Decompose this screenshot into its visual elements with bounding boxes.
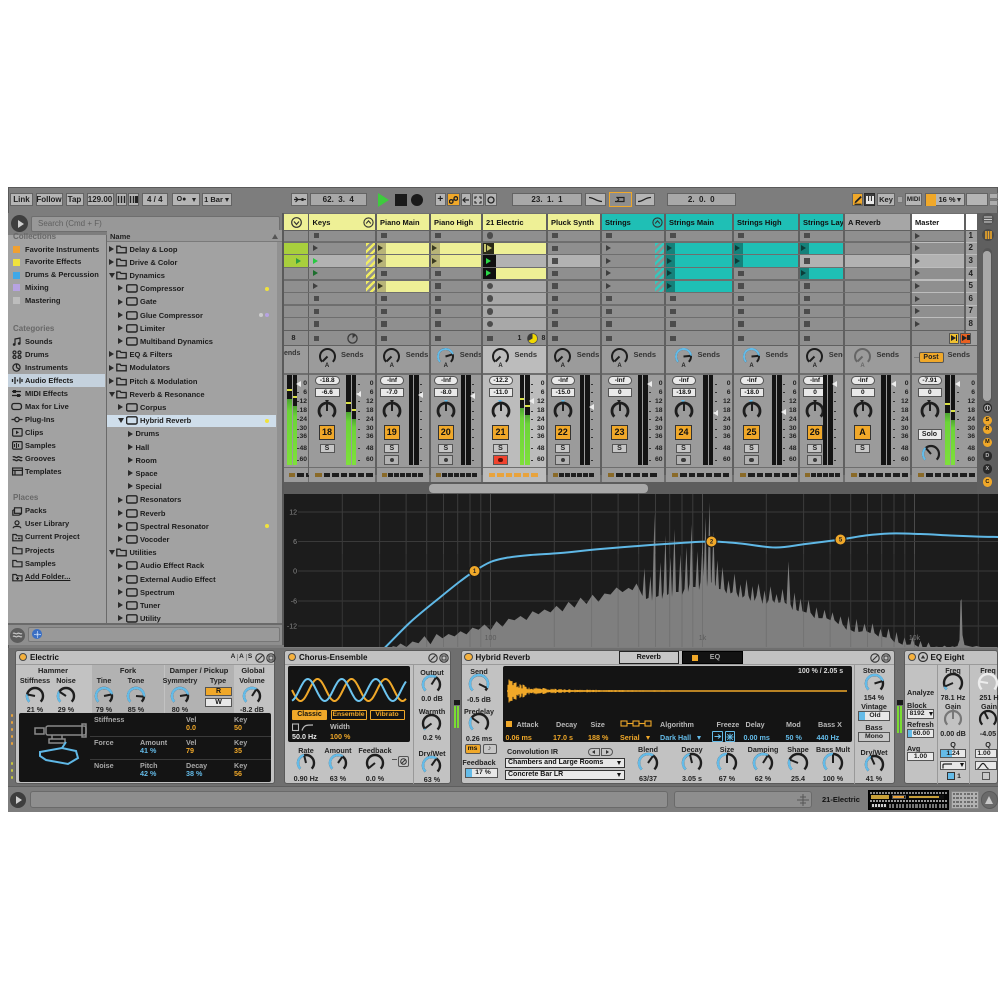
svg-text:0: 0 xyxy=(293,569,297,576)
svg-text:-12: -12 xyxy=(286,624,296,631)
svg-text:1k: 1k xyxy=(698,635,706,642)
svg-text:-6: -6 xyxy=(290,599,296,606)
svg-text:10k: 10k xyxy=(908,635,920,642)
svg-text:12: 12 xyxy=(289,510,297,517)
svg-text:6: 6 xyxy=(293,539,297,546)
svg-text:100: 100 xyxy=(484,635,496,642)
